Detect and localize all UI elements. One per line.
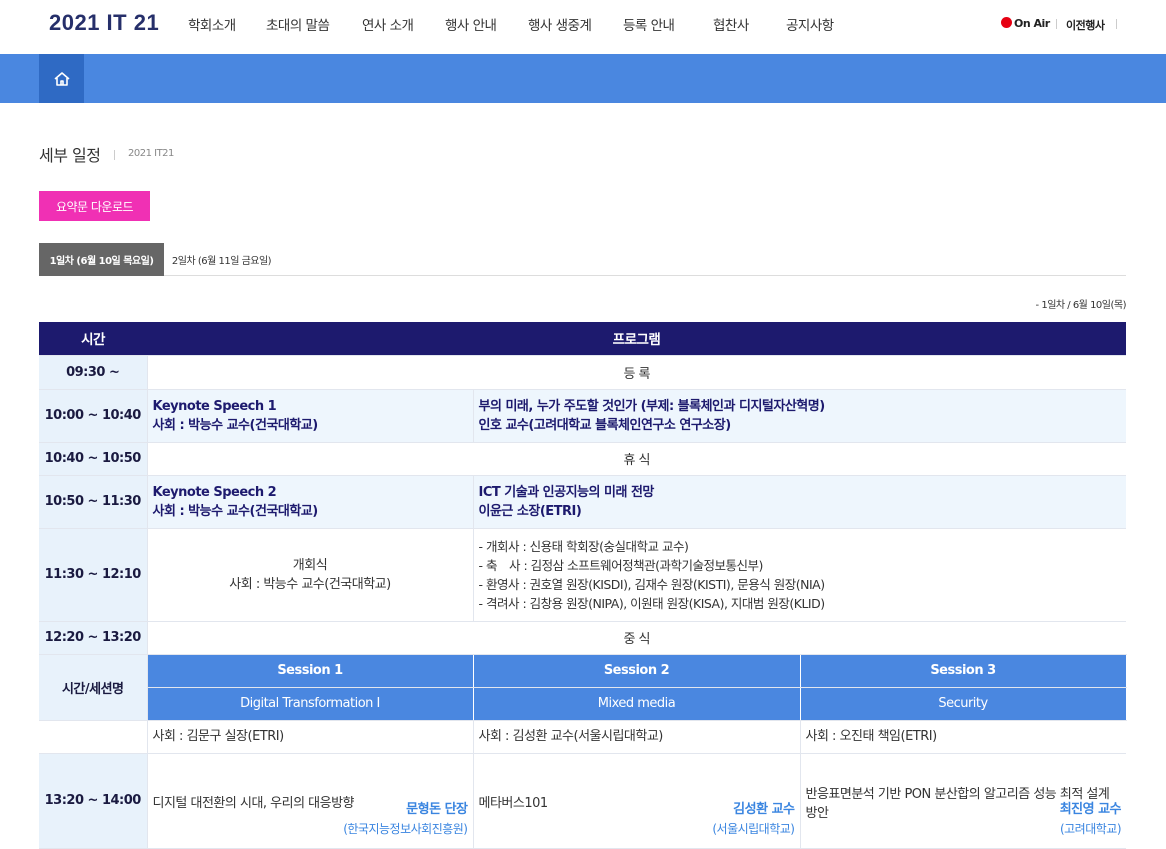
table-row: 10:40 ~ 10:50 휴 식 [39,442,1127,476]
keynote-topic: ICT 기술과 인공지능의 미래 전망 [478,484,655,500]
talk-speaker[interactable]: 김성환 교수 [733,800,795,819]
talk-cell: 디지털 대전환의 시대, 우리의 대응방향 문형돈 단장 (한국지능정보사회진흥… [147,753,474,849]
opening-line: - 격려사 : 김창용 원장(NIPA), 이원태 원장(KISA), 지대범 … [478,595,826,611]
table-row: 10:50 ~ 11:30 Keynote Speech 2 사회 : 박능수 … [39,475,1127,529]
opening-line: - 축 사 : 김정삼 소프트웨어정책관(과학기술정보통신부) [478,557,764,573]
time-cell: 12:20 ~ 13:20 [39,621,148,655]
top-header: 2021 IT 21 학회소개 초대의 말씀 연사 소개 행사 안내 행사 생중… [0,0,1166,53]
on-air-label: On Air [1014,17,1050,30]
opening-details-cell: - 개회사 : 신용태 학회장(숭실대학교 교수) - 축 사 : 김정삼 소프… [473,528,1127,622]
opening-title: 개회식 [292,557,328,573]
home-button[interactable] [39,54,84,103]
page-title: 세부 일정 [39,146,101,165]
previous-events-link[interactable]: 이전행사 [1066,17,1105,33]
live-dot-icon [1001,17,1012,28]
table-row: 12:20 ~ 13:20 중 식 [39,621,1127,655]
session-chair: 사회 : 김문구 실장(ETRI) [147,720,474,754]
nav-event-info[interactable]: 행사 안내 [445,14,497,34]
session-name: Session 1 [147,654,474,688]
talk-affiliation: (한국지능정보사회진흥원) [343,821,468,836]
nav-speakers[interactable]: 연사 소개 [362,14,414,34]
divider [1116,19,1117,29]
session-topic: Security [800,687,1127,721]
date-note: - 1일차 / 6월 10일(목) [1035,300,1127,311]
tab-day1[interactable]: 1일차 (6월 10일 목요일) [39,243,164,276]
session-topic: Mixed media [473,687,801,721]
keynote-chair: 사회 : 박능수 교수(건국대학교) [152,503,319,519]
time-cell: 13:20 ~ 14:00 [39,753,148,849]
talk-cell: 반응표면분석 기반 PON 분산합의 알고리즘 성능 최적 설계 방안 최진영 … [800,753,1127,849]
table-row: 13:20 ~ 14:00 디지털 대전환의 시대, 우리의 대응방향 문형돈 … [39,753,1127,849]
header-program: 프로그램 [147,322,1127,356]
keynote-speaker: 인호 교수(고려대학교 블록체인연구소 연구소장) [478,417,732,433]
nav-registration[interactable]: 등록 안내 [623,14,675,34]
tab-day2[interactable]: 2일차 (6월 11일 금요일) [164,243,279,276]
program-cell: 중 식 [147,621,1127,655]
program-cell: 등 록 [147,355,1127,390]
time-cell: 10:00 ~ 10:40 [39,389,148,443]
time-cell: 10:40 ~ 10:50 [39,442,148,476]
table-row: 10:00 ~ 10:40 Keynote Speech 1 사회 : 박능수 … [39,389,1127,443]
header-time: 시간 [39,322,147,356]
table-row: 11:30 ~ 12:10 개회식 사회 : 박능수 교수(건국대학교) - 개… [39,528,1127,622]
keynote-cell: Keynote Speech 2 사회 : 박능수 교수(건국대학교) [147,475,474,529]
divider [1056,19,1057,29]
opening-chair: 사회 : 박능수 교수(건국대학교) [229,576,391,592]
time-cell: 09:30 ~ [39,355,148,390]
home-icon [53,71,70,86]
time-cell: 10:50 ~ 11:30 [39,475,148,529]
session-chair: 사회 : 김성환 교수(서울시립대학교) [473,720,801,754]
program-cell: 휴 식 [147,442,1127,476]
nav-notices[interactable]: 공지사항 [786,14,834,34]
keynote-topic: 부의 미래, 누가 주도할 것인가 (부제: 블록체인과 디지털자산혁명) [478,398,826,414]
time-cell: 11:30 ~ 12:10 [39,528,148,622]
schedule-table: 시간 프로그램 09:30 ~ 등 록 10:00 ~ 10:40 Keynot… [39,322,1127,849]
table-row: 사회 : 김문구 실장(ETRI) 사회 : 김성환 교수(서울시립대학교) 사… [39,720,1127,754]
session-name: Session 3 [800,654,1127,688]
nav-about[interactable]: 학회소개 [188,14,236,34]
session-name: Session 2 [473,654,801,688]
page-subtitle: 2021 IT21 [114,148,174,160]
download-abstract-button[interactable]: 요약문 다운로드 [39,191,150,221]
empty-cell [39,720,148,754]
table-row: Digital Transformation I Mixed media Sec… [39,687,1127,721]
opening-line: - 환영사 : 권호열 원장(KISDI), 김재수 원장(KISTI), 문용… [478,576,826,592]
session-header-cell: 시간/세션명 [39,654,148,721]
keynote-speaker: 이윤근 소장(ETRI) [478,503,582,519]
talk-affiliation: (고려대학교) [1059,821,1122,836]
on-air-link[interactable]: On Air [1001,17,1050,30]
breadcrumb-bar [0,54,1166,103]
talk-speaker[interactable]: 최진영 교수 [1060,800,1122,819]
table-row: 09:30 ~ 등 록 [39,355,1127,390]
keynote-title: Keynote Speech 2 [152,484,277,500]
talk-speaker[interactable]: 문형돈 단장 [406,800,468,819]
keynote-cell: Keynote Speech 1 사회 : 박능수 교수(건국대학교) [147,389,474,443]
session-topic: Digital Transformation I [147,687,474,721]
keynote-title: Keynote Speech 1 [152,398,277,414]
keynote-topic-cell: ICT 기술과 인공지능의 미래 전망 이윤근 소장(ETRI) [473,475,1127,529]
nav-sponsors[interactable]: 협찬사 [713,14,749,34]
session-chair: 사회 : 오진태 책임(ETRI) [800,720,1127,754]
talk-cell: 메타버스101 김성환 교수 (서울시립대학교) [473,753,801,849]
nav-greeting[interactable]: 초대의 말씀 [266,14,330,34]
day-tabs: 1일차 (6월 10일 목요일) 2일차 (6월 11일 금요일) [39,243,1126,276]
opening-cell: 개회식 사회 : 박능수 교수(건국대학교) [147,528,474,622]
table-row: 시간/세션명 Session 1 Session 2 Session 3 [39,654,1127,721]
talk-affiliation: (서울시립대학교) [712,821,795,836]
site-logo[interactable]: 2021 IT 21 [49,10,159,36]
opening-line: - 개회사 : 신용태 학회장(숭실대학교 교수) [478,538,689,554]
nav-live[interactable]: 행사 생중계 [528,14,592,34]
keynote-chair: 사회 : 박능수 교수(건국대학교) [152,417,319,433]
keynote-topic-cell: 부의 미래, 누가 주도할 것인가 (부제: 블록체인과 디지털자산혁명) 인호… [473,389,1127,443]
